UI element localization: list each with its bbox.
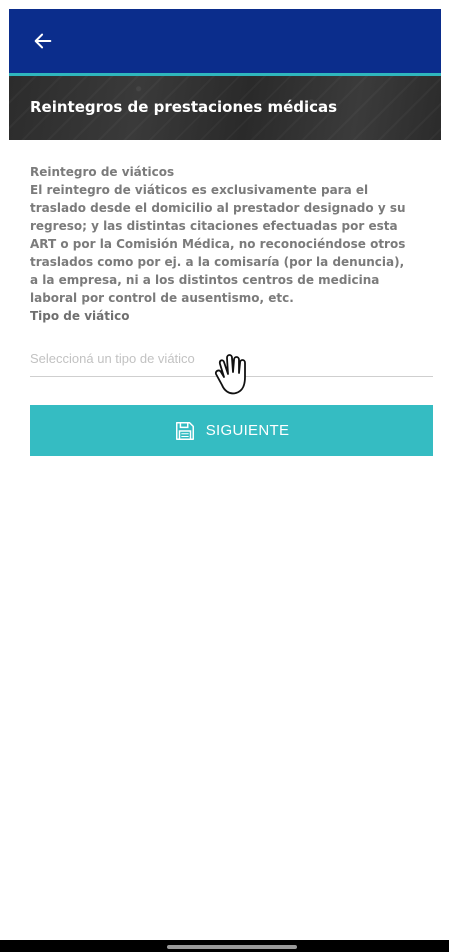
page-title: Reintegros de prestaciones médicas (30, 98, 338, 116)
app-bar (9, 9, 441, 73)
save-icon (175, 421, 194, 440)
select-placeholder: Seleccioná un tipo de viático (30, 351, 195, 366)
info-body: El reintegro de viáticos es exclusivamen… (30, 183, 406, 305)
info-section: Reintegro de viáticos El reintegro de vi… (30, 163, 410, 307)
info-title: Reintegro de viáticos (30, 165, 175, 179)
next-button[interactable]: SIGUIENTE (30, 405, 433, 456)
arrow-left-icon (34, 33, 52, 49)
next-button-label: SIGUIENTE (205, 422, 290, 439)
title-banner: Reintegros de prestaciones médicas (9, 76, 441, 140)
home-indicator[interactable] (167, 945, 297, 949)
field-label: Tipo de viático (30, 309, 130, 323)
hand-pointer-icon (214, 354, 246, 395)
back-button[interactable] (29, 27, 57, 55)
